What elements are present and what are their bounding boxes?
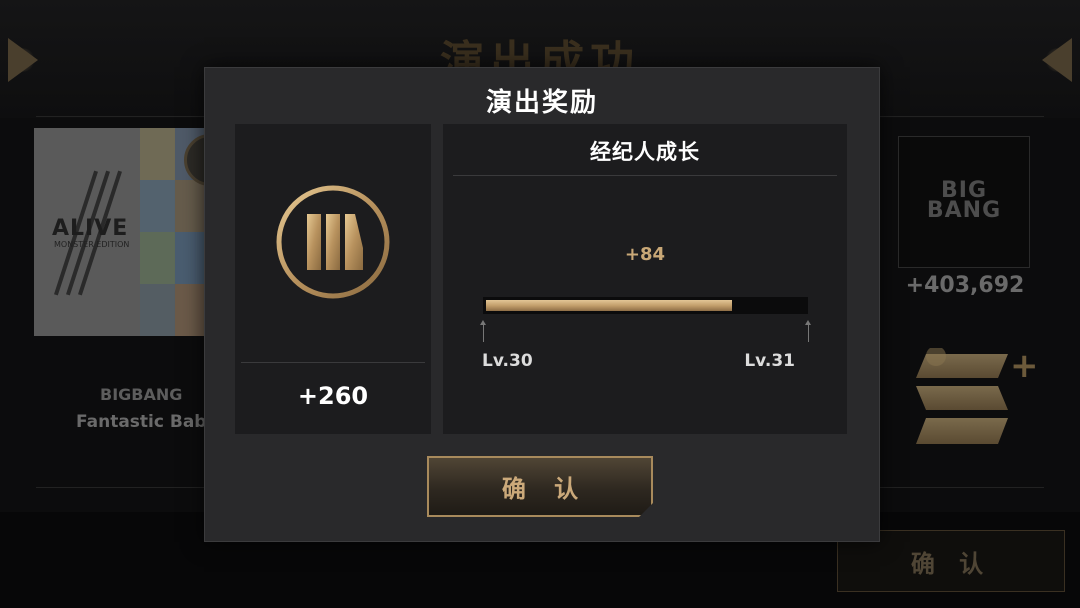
rank-s-icon xyxy=(916,348,1008,444)
artist-logo: BIG BANG xyxy=(898,136,1030,268)
reward-amount: +260 xyxy=(297,382,369,410)
dialog-title: 演出奖励 xyxy=(485,88,598,118)
reward-panel: +260 xyxy=(235,124,431,434)
next-level-label: Lv.31 xyxy=(744,351,795,371)
level-start-marker xyxy=(480,320,487,342)
growth-title: 经纪人成长 xyxy=(590,140,700,164)
experience-progress-bar xyxy=(483,297,808,314)
performance-reward-dialog: 演出奖励 +260 经纪人成长 +84 Lv.30 Lv.31 确 认 xyxy=(204,67,880,542)
artist-name: BIGBANG xyxy=(100,385,183,404)
score: +403,692 xyxy=(905,273,1025,298)
left-arrow-icon xyxy=(8,38,38,82)
right-arrow-icon xyxy=(1042,38,1072,82)
artist-logo-text: BIG BANG xyxy=(899,180,1029,223)
currency-coin-icon xyxy=(276,185,390,299)
song-title: Fantastic Baby xyxy=(76,412,218,432)
confirm-button[interactable]: 确 认 xyxy=(427,456,653,517)
manager-growth-panel: 经纪人成长 +84 Lv.30 Lv.31 xyxy=(443,124,847,434)
divider xyxy=(453,175,837,176)
experience-gain: +84 xyxy=(624,244,666,265)
album-subtitle: MONSTER EDITION xyxy=(54,240,130,249)
experience-progress-fill xyxy=(486,300,732,311)
logo-line-2: BANG xyxy=(926,198,1002,223)
divider xyxy=(241,362,425,363)
rank-plus-icon: + xyxy=(1010,346,1039,386)
button-corner-decoration xyxy=(639,503,653,517)
album-title: ALIVE xyxy=(52,216,129,241)
current-level-label: Lv.30 xyxy=(482,351,533,371)
confirm-button-label: 确 认 xyxy=(501,475,589,503)
level-end-marker xyxy=(805,320,812,342)
